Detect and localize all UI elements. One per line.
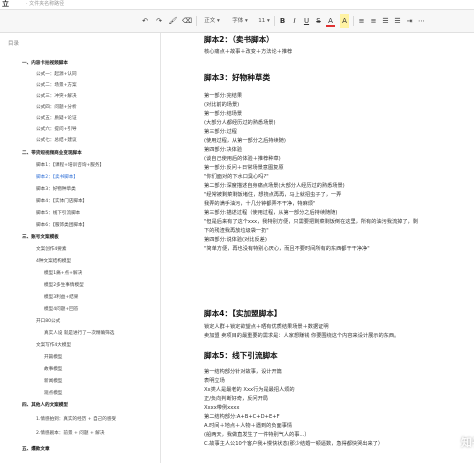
toolbar-divider (353, 16, 354, 26)
paragraph-line: 表明立场 (204, 378, 225, 384)
format-painter-icon[interactable]: 🖌 (168, 14, 178, 28)
paragraph-line: (使用过程，从第一部分之后持续随) (204, 138, 286, 144)
paragraph-line: 第四部分:说体验(对比反差) (204, 237, 267, 243)
toc-title: 目录 (8, 41, 20, 47)
paragraph-line: 卖加盟 卖项目的最重要的需求是：人家想赚钱 你要围绕这个内容来设计展示的东西。 (204, 333, 400, 339)
toc-item[interactable]: 故事模型 (44, 365, 62, 375)
watermark: 知乎 @电商直播小鱼 (461, 436, 474, 449)
paragraph-line: 核心痛点＋故事＋改变＋方法论＋推荐 (204, 49, 293, 55)
highlight-icon[interactable]: A (340, 14, 349, 28)
toolbar-divider (196, 16, 197, 26)
toc-item[interactable]: 公式一：起源+认同 (36, 70, 77, 80)
toc-item[interactable]: 公式六：提问+引导 (36, 125, 77, 135)
toc-item[interactable]: 新闻模型 (44, 377, 62, 387)
paragraph-line: 第三部分:过程 (204, 129, 237, 135)
toc-item[interactable]: 公式二：场景+方案 (36, 81, 77, 91)
toc-item[interactable]: 模型3利益+结果 (44, 293, 78, 303)
toc-item[interactable]: 公式七：总结+建议 (36, 136, 77, 146)
toc-item[interactable]: 一、内容卡拍视频脚本 (22, 59, 68, 69)
redo-icon[interactable]: ↷ (154, 14, 164, 28)
indent-icon[interactable]: ⇥ (405, 14, 414, 28)
toc-item[interactable]: 脚本1：【课程+培训咨询+服务】 (36, 161, 104, 171)
paragraph-line: 第二结构部分:A+B+C+D+E+F (204, 414, 280, 420)
toc-item[interactable]: 四、其他人的文案模型 (22, 401, 68, 411)
toc-item[interactable]: 脚本5：线下引流脚本 (36, 209, 80, 219)
paragraph-line: C.故事主人公10个客户我+慢快状态(那少结婚一顿逼数，急得都快哭出来了） (204, 441, 384, 447)
document-path[interactable]: · 文件夹名称路径 (26, 0, 64, 8)
paragraph-line: 第二部分:深度描述自身痛点场景(大部分人经历过的熟悉场景) (204, 183, 345, 189)
paragraph-line: 锁定人群＋锁定欲望点＋晒有优质结果场景＋数据证明 (204, 324, 329, 330)
toc-item[interactable]: 脚本3：好物种草类 (36, 185, 76, 195)
paragraph-line: 第三部分:描述过程（使用过程，从第一部分之后持续随随) (204, 210, 338, 216)
paragraph-line: Xxxx带例xxxx (204, 405, 240, 411)
clear-format-icon[interactable]: ⌫ (182, 14, 192, 28)
toc-item[interactable]: 三、账号文案模板 (22, 233, 59, 243)
toc-item[interactable]: 开篇模型 (44, 353, 62, 363)
bullet-list-icon[interactable]: ☰ (393, 14, 402, 28)
section-heading: 脚本4：【实加盟脚本】 (204, 309, 282, 318)
title-bar: 立 · 文件夹名称路径 (0, 0, 474, 10)
align-left-icon[interactable]: ≡ (357, 14, 366, 28)
paragraph-line: 下的残渣我再放垃圾袋一扔" (204, 228, 269, 234)
paragraph-line: (对比前的场景) (204, 102, 240, 108)
font-size-select[interactable]: 11 ▾ (256, 14, 272, 28)
toc-sidebar: 目录 一、内容卡拍视频脚本 公式一：起源+认同 公式二：场景+方案 公式三：冲突+解决… (0, 33, 161, 463)
editor-toolbar: ↶ ↷ 🖌 ⌫ 正文 ▾ 字体 ▾ 11 ▾ B I U S A A ≡ ≡ ☰… (0, 10, 474, 33)
toc-item[interactable]: 脚本4：【实体门店脚本】 (36, 197, 87, 207)
text-color-icon[interactable]: A (326, 14, 335, 27)
toc-item[interactable]: 公式五：质疑+论证 (36, 114, 77, 124)
paragraph-line: "简单方便，再也没有特别心厌心，而且不要时间所有的东西都干干净净" (204, 246, 370, 252)
undo-icon[interactable]: ↶ (140, 14, 150, 28)
paragraph-line: (大部分人都经历过的熟悉场景) (204, 120, 276, 126)
paragraph-line: Xx类人是最老的 Xxx行为是最招人烦的 (204, 387, 295, 393)
toc-item[interactable]: 模型1痛+点+解决 (44, 269, 82, 279)
align-center-icon[interactable]: ≡ (369, 14, 378, 28)
paragraph-line: 正/负向判断好奇，反问开局 (204, 396, 268, 402)
paragraph-line: 第四部分:决体验 (204, 147, 243, 153)
document-page[interactable]: 脚本2：（卖书脚本） 核心痛点＋故事＋改变＋方法论＋推荐 脚本3：好物种草类 第一部分… (161, 33, 474, 463)
toc-item[interactable]: 二、带货短视频商业变现脚本 (22, 149, 82, 159)
underline-icon[interactable]: U (302, 14, 311, 28)
toc-item[interactable]: 观点模型 (44, 389, 62, 399)
ordered-list-icon[interactable]: ☰ (381, 14, 390, 28)
toc-item[interactable]: 文案创作4要素 (36, 245, 67, 255)
paragraph-line: A.时间＋地点＋人物＋遇到的负面事情 (204, 423, 293, 429)
toc-item[interactable]: 4种文案结构模型 (36, 257, 71, 267)
paragraph-line: (船两天，我做直发生了一件特别气人的事...） (204, 432, 310, 438)
italic-icon[interactable]: I (290, 14, 299, 28)
paragraph-line: 第一部分:结场景 (204, 111, 243, 117)
section-heading: 脚本5：线下引流脚本 (204, 351, 278, 360)
paragraph-line: 第一结构部分针对故事，设计开篇 (204, 369, 282, 375)
toolbar-divider (274, 16, 275, 26)
paragraph-line: 第一部分:反问＋日常场景意图复原 (204, 165, 284, 171)
toc-item[interactable]: 五、爆款文章 (22, 445, 50, 455)
toc-item[interactable]: 公式三：冲突+解决 (36, 92, 77, 102)
toc-item[interactable]: 真实人设 就是进行了一次精确筛选 (44, 329, 114, 339)
bold-icon[interactable]: B (278, 14, 287, 28)
paragraph-line: "但是后来有了这个xxx，我特别方便，只需要把剩菜剩饭倒在这里，所有的油污我流掉… (204, 219, 418, 225)
font-family-select[interactable]: 字体 ▾ (228, 14, 252, 28)
section-heading: 脚本3：好物种草类 (204, 73, 271, 82)
toc-item[interactable]: 1.情感拍到：真实的经历 + 自己的感受 (36, 415, 116, 425)
paragraph-style-select[interactable]: 正文 ▾ (200, 14, 224, 28)
toc-item[interactable]: 2.情感剧本：前景 + 问题 + 解决 (36, 429, 104, 439)
toc-item[interactable]: 公式四：问题+分析 (36, 103, 77, 113)
toc-item[interactable]: 模型2多生事情模型 (44, 281, 84, 291)
paragraph-line: (谈自己使用后的体验＋推荐种草) (204, 156, 281, 162)
paragraph-line: 第一部分:完结果 (204, 93, 243, 99)
paragraph-line: "你们面对的下水口臭心吗?" (204, 174, 269, 180)
toc-item[interactable]: 开口80公式 (36, 317, 60, 327)
paragraph-line: 我弄的满手油污，十几分钟都弄不干净，特麻烦" (204, 201, 316, 207)
toc-item[interactable]: 脚本6：【服饰类团脚本】 (36, 221, 87, 231)
toc-item[interactable]: 脚本2：【卖书脚本】 (22, 173, 142, 183)
paragraph-line: "经常被剩菜剩饭堵住，想挠点再再，马上就招虫子了，一弄 (204, 192, 342, 198)
toc-item[interactable]: 文案写作4大模型 (36, 341, 71, 351)
section-heading: 脚本2：（卖书脚本） (204, 35, 274, 44)
more-icon[interactable]: ⋯ (417, 14, 426, 28)
app-brand: 立 (2, 0, 9, 8)
toc-item[interactable]: 模型4问题+回答 (44, 305, 78, 315)
strikethrough-icon[interactable]: S (314, 14, 323, 28)
